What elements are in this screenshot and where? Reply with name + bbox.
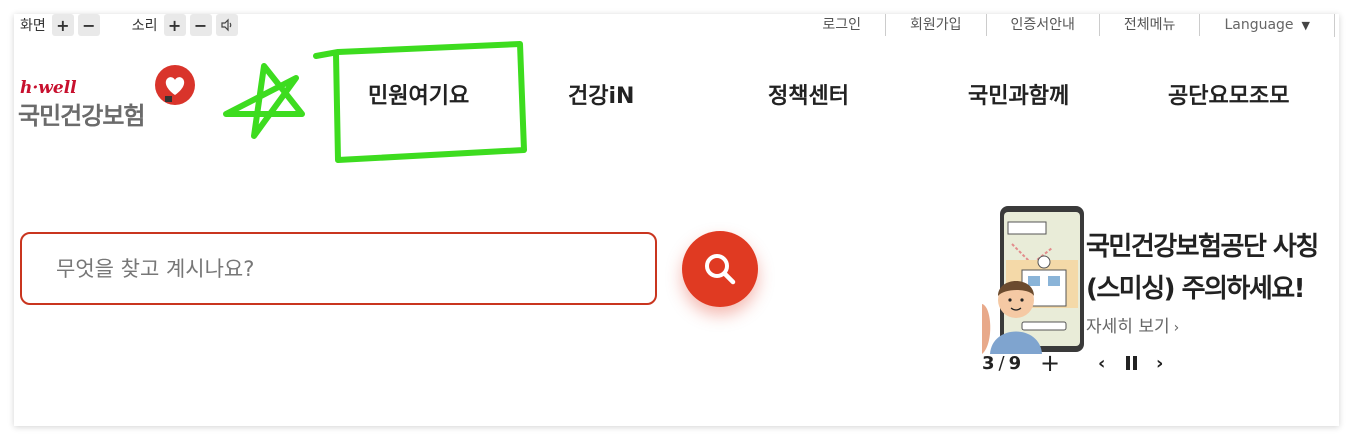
gnb-item-about-corporation[interactable]: 공단요모조모 xyxy=(1168,78,1289,110)
banner-next-button[interactable]: › xyxy=(1156,350,1163,376)
banner-current-index: 3 xyxy=(982,352,995,374)
gnb-item-health-in[interactable]: 건강iN xyxy=(568,78,634,110)
volume-down-button[interactable]: − xyxy=(189,14,212,36)
full-menu-link[interactable]: 전체메뉴 xyxy=(1100,14,1201,36)
search-button[interactable] xyxy=(682,231,758,307)
banner-more-link[interactable]: 자세히 보기 › xyxy=(1086,312,1179,337)
zoom-out-button[interactable]: − xyxy=(77,14,100,36)
search-input[interactable] xyxy=(56,256,655,281)
login-link[interactable]: 로그인 xyxy=(822,14,886,36)
accessibility-controls: 화면 + − 소리 + − xyxy=(20,12,270,38)
smishing-warning-illustration xyxy=(982,204,1086,354)
caret-down-icon: ▼ xyxy=(1301,18,1310,32)
screen-zoom-group: 화면 + − xyxy=(20,14,104,36)
main-navigation: 민원여기요 건강iN 정책센터 국민과함께 공단요모조모 xyxy=(0,78,1353,118)
certificate-guide-link[interactable]: 인증서안내 xyxy=(987,14,1100,36)
chevron-right-icon: › xyxy=(1173,320,1180,336)
banner-prev-button[interactable]: ‹ xyxy=(1098,350,1105,376)
zoom-in-button[interactable]: + xyxy=(51,14,74,36)
gnb-item-civil-service[interactable]: 민원여기요 xyxy=(368,78,469,110)
signup-link[interactable]: 회원가입 xyxy=(886,14,987,36)
utility-links: 로그인 회원가입 인증서안내 전체메뉴 Language ▼ xyxy=(822,12,1335,38)
banner-title-line1: 국민건강보험공단 사칭 xyxy=(1086,232,1319,262)
pause-icon xyxy=(1126,356,1137,370)
banner-title[interactable]: 국민건강보험공단 사칭 (스미싱) 주의하세요! xyxy=(1086,226,1319,310)
sound-label: 소리 xyxy=(131,18,158,34)
page-frame xyxy=(14,14,1339,426)
search-field xyxy=(20,232,657,305)
banner-title-line2: (스미싱) 주의하세요! xyxy=(1086,274,1306,304)
search-icon xyxy=(705,254,736,285)
banner-pause-button[interactable] xyxy=(1126,350,1137,376)
volume-up-button[interactable]: + xyxy=(163,14,186,36)
language-label: Language xyxy=(1224,16,1294,33)
sound-group: 소리 + − xyxy=(132,14,242,36)
banner-counter: 3 / 9 xyxy=(982,350,1021,376)
banner-more-label: 자세히 보기 xyxy=(1086,317,1170,337)
language-select[interactable]: Language ▼ xyxy=(1200,13,1335,37)
banner-view-all-button[interactable]: + xyxy=(1040,349,1060,377)
screen-zoom-label: 화면 xyxy=(20,18,46,34)
speaker-icon[interactable] xyxy=(215,14,238,36)
gnb-item-with-people[interactable]: 국민과함께 xyxy=(968,78,1069,110)
gnb-item-policy-center[interactable]: 정책센터 xyxy=(768,78,849,110)
banner-counter-separator: / xyxy=(998,352,1005,374)
banner-total-count: 9 xyxy=(1008,352,1022,374)
